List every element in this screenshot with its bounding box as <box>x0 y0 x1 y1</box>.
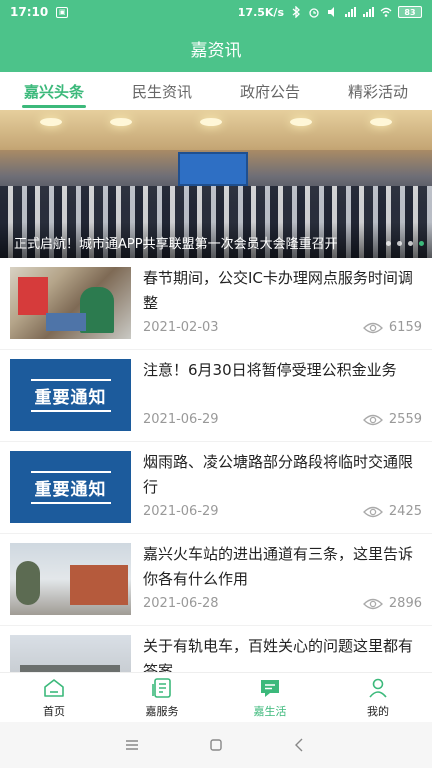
news-list: 春节期间，公交IC卡办理网点服务时间调整 2021-02-03 6159 重要通… <box>0 258 432 672</box>
status-time: 17:10 <box>10 5 49 19</box>
chat-icon <box>261 680 279 697</box>
network-speed: 17.5K/s <box>237 5 284 19</box>
news-thumbnail <box>10 543 131 615</box>
nav-service[interactable]: 嘉服务 <box>108 673 216 722</box>
app-header: 嘉资讯 <box>0 24 432 72</box>
view-count-value: 2425 <box>388 504 422 519</box>
news-date: 2021-02-03 <box>143 320 219 335</box>
tab-jiaxing-headlines[interactable]: 嘉兴头条 <box>0 72 108 110</box>
banner-carousel[interactable]: 正式启航！城市通APP共享联盟第一次会员大会隆重召开 <box>0 110 432 258</box>
tab-livelihood-news[interactable]: 民生资讯 <box>108 72 216 110</box>
view-count: 2559 <box>362 412 422 427</box>
home-square-icon[interactable] <box>207 736 225 754</box>
bottom-nav: 首页 嘉服务 嘉生活 我的 <box>0 672 432 722</box>
news-item[interactable]: 重要通知 烟雨路、凌公塘路部分路段将临时交通限行 2021-06-29 2425 <box>0 442 432 534</box>
signal-icon <box>345 7 356 17</box>
eye-icon <box>362 598 383 609</box>
view-count-value: 2559 <box>388 412 422 427</box>
carousel-dot <box>386 241 391 246</box>
nav-profile[interactable]: 我的 <box>324 673 432 722</box>
nav-life[interactable]: 嘉生活 <box>216 673 324 722</box>
carousel-indicator <box>386 241 424 246</box>
news-title: 嘉兴火车站的进出通道有三条，这里告诉你各有什么作用 <box>143 545 414 588</box>
bluetooth-icon <box>292 6 300 18</box>
banner-image <box>0 110 432 150</box>
thumbnail-text: 重要通知 <box>30 470 111 504</box>
status-bar: 17:10 ▣ 17.5K/s 83 <box>0 0 432 24</box>
news-date: 2021-06-28 <box>143 596 219 611</box>
eye-icon <box>362 322 383 333</box>
news-thumbnail <box>10 267 131 339</box>
battery-icon: 83 <box>398 6 422 18</box>
carousel-dot-active <box>419 241 424 246</box>
wifi-icon <box>380 7 392 17</box>
service-icon <box>152 678 171 698</box>
news-title: 烟雨路、凌公塘路部分路段将临时交通限行 <box>143 453 414 496</box>
app-notification-icon: ▣ <box>56 6 69 18</box>
banner-caption: 正式启航！城市通APP共享联盟第一次会员大会隆重召开 <box>14 237 338 252</box>
user-icon <box>369 678 387 698</box>
news-item[interactable]: 重要通知 注意！6月30日将暂停受理公积金业务 2021-06-29 2559 <box>0 350 432 442</box>
view-count: 2896 <box>362 596 422 611</box>
signal-icon-2 <box>363 7 374 17</box>
news-thumbnail: 重要通知 <box>10 359 131 431</box>
category-tabs: 嘉兴头条 民生资讯 政府公告 精彩活动 <box>0 72 432 110</box>
news-item[interactable]: 关于有轨电车，百姓关心的问题这里都有答案 <box>0 626 432 672</box>
view-count: 6159 <box>362 320 422 335</box>
nav-life-label: 嘉生活 <box>253 705 287 718</box>
view-count-value: 6159 <box>388 320 422 335</box>
page-title: 嘉资讯 <box>190 40 242 61</box>
carousel-dot <box>397 241 402 246</box>
mute-icon <box>328 7 334 17</box>
eye-icon <box>362 414 383 425</box>
news-title: 注意！6月30日将暂停受理公积金业务 <box>143 361 397 379</box>
nav-profile-label: 我的 <box>367 705 389 718</box>
news-item[interactable]: 嘉兴火车站的进出通道有三条，这里告诉你各有什么作用 2021-06-28 289… <box>0 534 432 626</box>
news-date: 2021-06-29 <box>143 412 219 427</box>
tab-featured-events[interactable]: 精彩活动 <box>324 72 432 110</box>
stage-screen <box>178 152 248 186</box>
nav-service-label: 嘉服务 <box>145 705 179 718</box>
news-date: 2021-06-29 <box>143 504 219 519</box>
tab-government-notices[interactable]: 政府公告 <box>216 72 324 110</box>
menu-icon[interactable] <box>123 736 141 754</box>
back-icon[interactable] <box>291 736 309 754</box>
view-count-value: 2896 <box>388 596 422 611</box>
nav-home-label: 首页 <box>43 705 65 718</box>
home-icon <box>44 679 64 697</box>
news-title: 春节期间，公交IC卡办理网点服务时间调整 <box>143 269 413 312</box>
nav-home[interactable]: 首页 <box>0 673 108 722</box>
alarm-icon <box>309 8 319 18</box>
thumbnail-text: 重要通知 <box>30 378 111 412</box>
status-indicators: 17.5K/s 83 <box>238 6 422 19</box>
news-title: 关于有轨电车，百姓关心的问题这里都有答案 <box>143 637 414 672</box>
news-thumbnail <box>10 635 131 672</box>
view-count: 2425 <box>362 504 422 519</box>
news-thumbnail: 重要通知 <box>10 451 131 523</box>
eye-icon <box>362 506 383 517</box>
system-nav-bar <box>0 722 432 768</box>
news-item[interactable]: 春节期间，公交IC卡办理网点服务时间调整 2021-02-03 6159 <box>0 258 432 350</box>
carousel-dot <box>408 241 413 246</box>
